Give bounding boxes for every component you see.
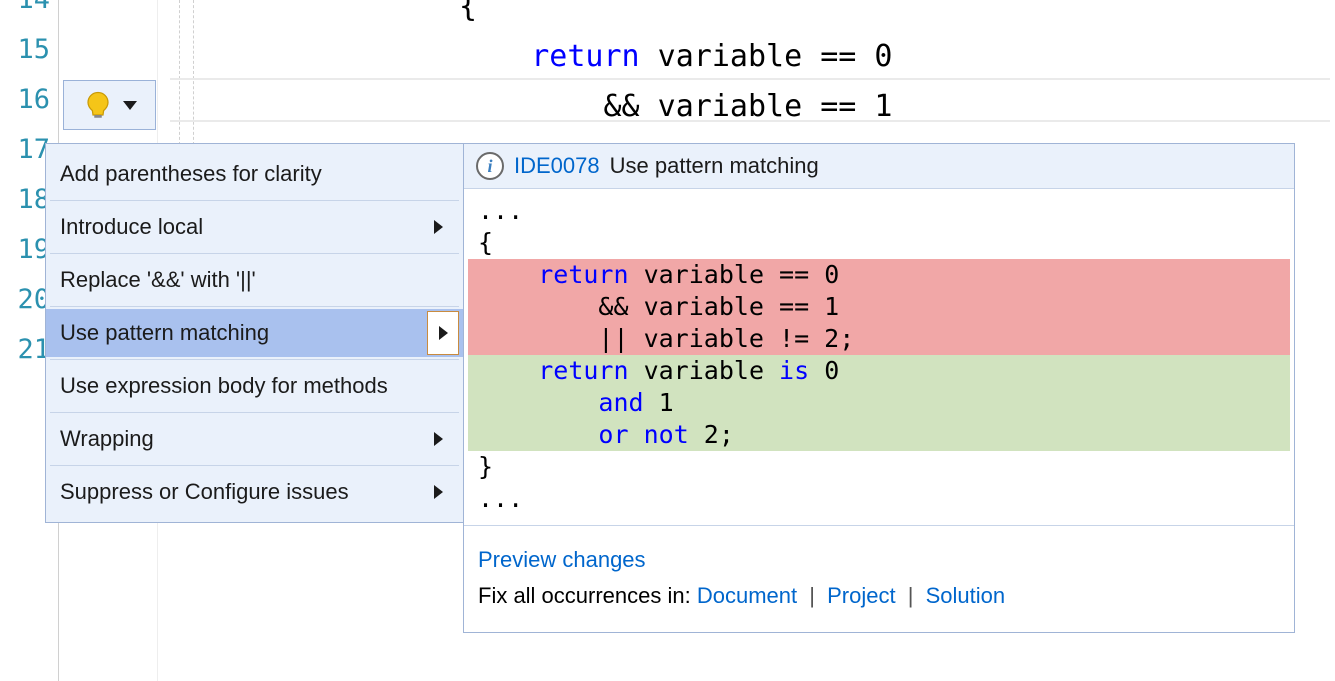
diff-context: ... [468, 483, 1290, 515]
line-number: 20 [0, 275, 50, 325]
menu-item-label: Wrapping [60, 426, 154, 452]
menu-separator [50, 253, 459, 254]
menu-item-use-pattern-matching[interactable]: Use pattern matching [46, 309, 463, 357]
diff-context: { [468, 227, 1290, 259]
menu-item-expression-body[interactable]: Use expression body for methods [46, 362, 463, 410]
preview-footer: Preview changes Fix all occurrences in: … [464, 525, 1294, 632]
line-number: 18 [0, 175, 50, 225]
preview-changes-link[interactable]: Preview changes [478, 547, 646, 572]
code-line: && variable == 1 [170, 89, 892, 124]
preview-header: i IDE0078 Use pattern matching [464, 144, 1294, 189]
menu-item-label: Introduce local [60, 214, 203, 240]
code-line: { [170, 0, 477, 24]
menu-item-replace-and[interactable]: Replace '&&' with '||' [46, 256, 463, 304]
keyword: or [598, 420, 628, 449]
keyword: is [779, 356, 809, 385]
lightbulb-button[interactable] [63, 80, 156, 130]
menu-separator [50, 359, 459, 360]
diff-context: ... [468, 195, 1290, 227]
chevron-right-icon [434, 485, 443, 499]
menu-item-label: Add parentheses for clarity [60, 161, 322, 187]
menu-separator [50, 412, 459, 413]
diff-context: } [468, 451, 1290, 483]
fix-document-link[interactable]: Document [697, 583, 797, 608]
diagnostic-id[interactable]: IDE0078 [514, 153, 600, 179]
diff-added: and 1 [468, 387, 1290, 419]
separator: | [908, 583, 914, 608]
menu-item-introduce-local[interactable]: Introduce local [46, 203, 463, 251]
diff-added: or not 2; [468, 419, 1290, 451]
line-number: 19 [0, 225, 50, 275]
menu-item-label: Use pattern matching [60, 320, 269, 346]
fix-project-link[interactable]: Project [827, 583, 895, 608]
menu-item-label: Replace '&&' with '||' [60, 267, 256, 293]
menu-separator [50, 465, 459, 466]
chevron-right-icon [434, 432, 443, 446]
keyword-return: return [531, 39, 639, 74]
chevron-down-icon [123, 101, 137, 110]
diff-view: ...{ return variable == 0 && variable ==… [464, 189, 1294, 525]
menu-separator [50, 200, 459, 201]
lightbulb-icon [83, 90, 113, 120]
line-number: 16 [0, 75, 50, 125]
line-number: 21 [0, 325, 50, 375]
line-number: 17 [0, 125, 50, 175]
code-text: variable == 0 [640, 39, 893, 74]
chevron-right-icon [434, 220, 443, 234]
keyword: and [598, 388, 643, 417]
keyword: not [644, 420, 689, 449]
quick-actions-menu: Add parentheses for clarity Introduce lo… [45, 143, 463, 523]
code-editor[interactable]: { return variable == 0 && variable == 1 [170, 0, 892, 132]
menu-item-add-parentheses[interactable]: Add parentheses for clarity [46, 150, 463, 198]
fix-all-label: Fix all occurrences in: [478, 583, 691, 608]
keyword: return [538, 260, 628, 289]
diff-removed: || variable != 2; [468, 323, 1290, 355]
menu-item-wrapping[interactable]: Wrapping [46, 415, 463, 463]
keyword: return [538, 356, 628, 385]
submenu-indicator [427, 311, 459, 355]
line-number: 14 [0, 0, 50, 12]
menu-item-label: Suppress or Configure issues [60, 479, 349, 505]
diagnostic-message: Use pattern matching [610, 153, 819, 179]
menu-item-label: Use expression body for methods [60, 373, 388, 399]
diff-removed: && variable == 1 [468, 291, 1290, 323]
line-number: 15 [0, 25, 50, 75]
chevron-right-icon [439, 326, 448, 340]
diff-removed: return variable == 0 [468, 259, 1290, 291]
fix-preview-panel: i IDE0078 Use pattern matching ...{ retu… [463, 143, 1295, 633]
menu-separator [50, 306, 459, 307]
info-icon: i [476, 152, 504, 180]
fix-solution-link[interactable]: Solution [926, 583, 1006, 608]
diff-added: return variable is 0 [468, 355, 1290, 387]
separator: | [809, 583, 815, 608]
menu-item-suppress-configure[interactable]: Suppress or Configure issues [46, 468, 463, 516]
